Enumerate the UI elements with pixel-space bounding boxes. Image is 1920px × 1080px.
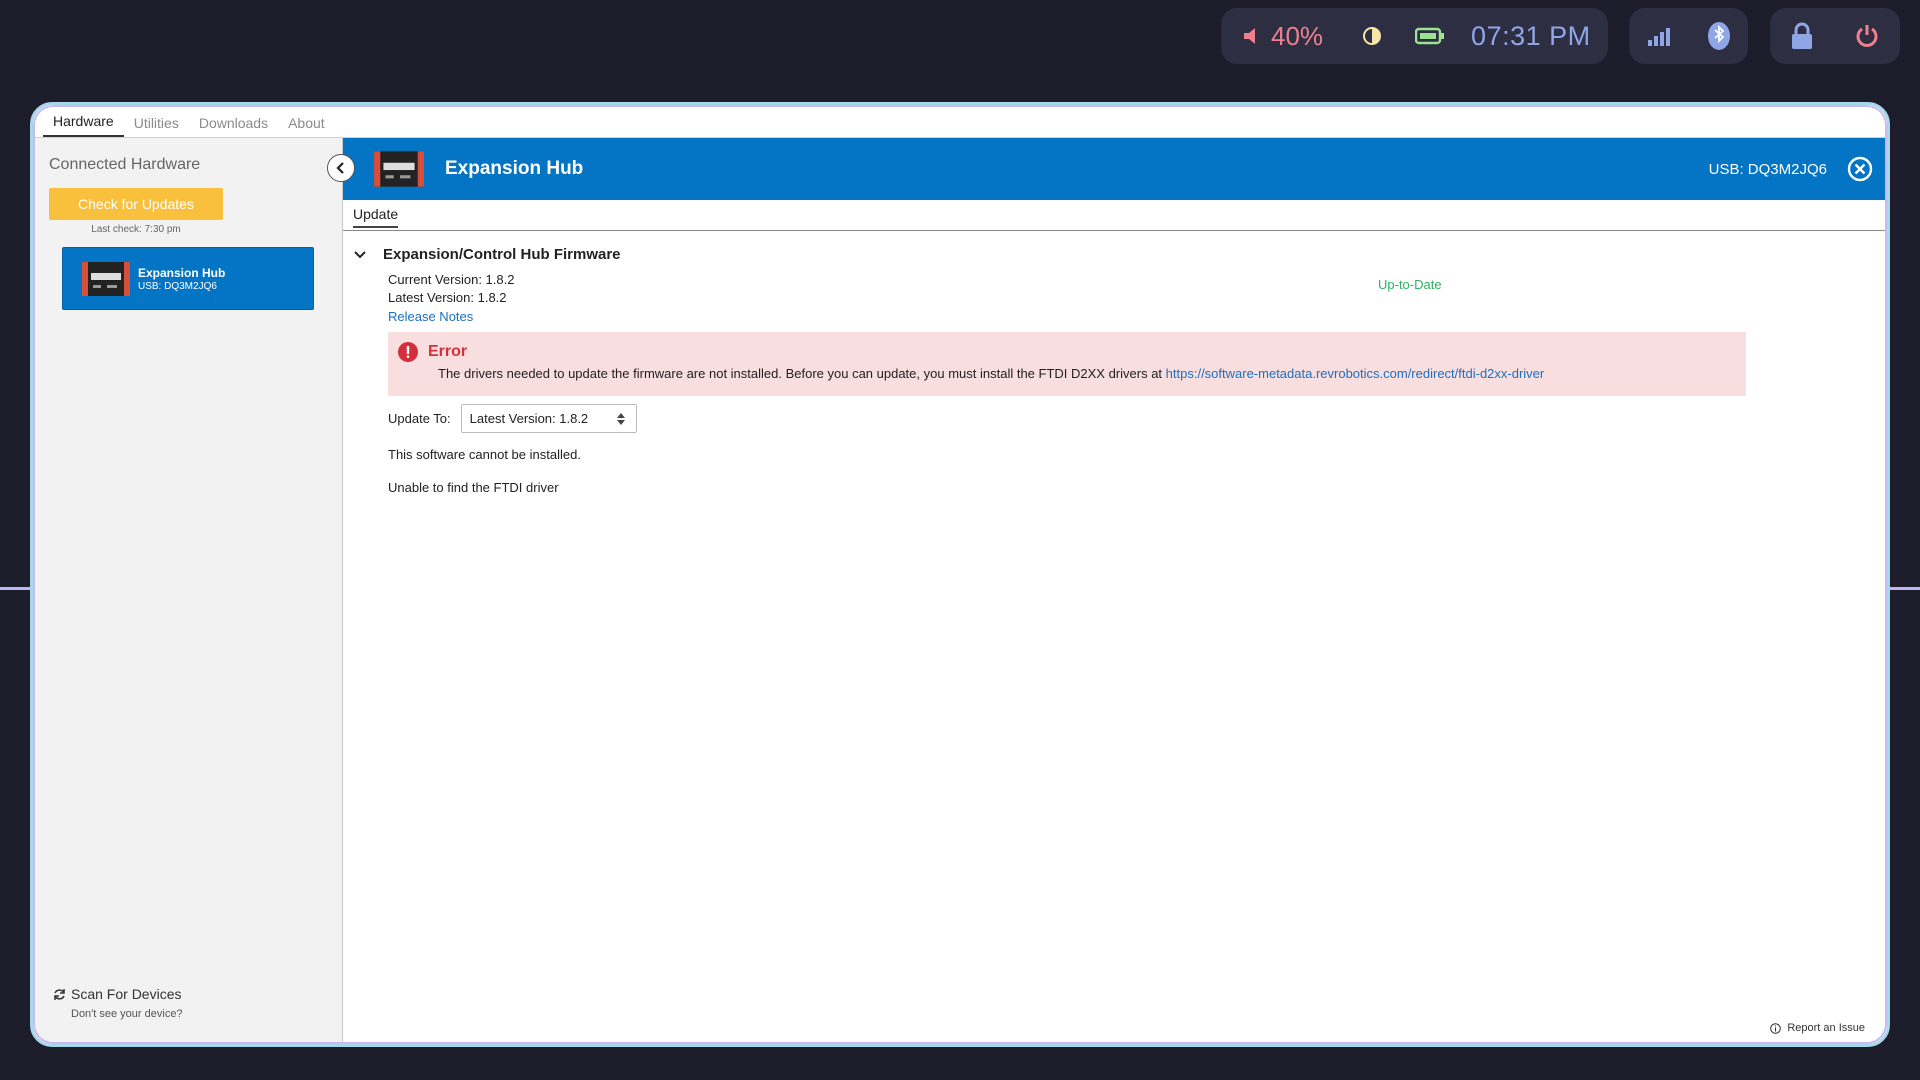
firmware-body: Current Version: 1.8.2 Latest Version: 1… — [388, 271, 1757, 495]
scan-label: Scan For Devices — [71, 986, 182, 1002]
sidebar: Connected Hardware Check for Updates Las… — [33, 138, 343, 1044]
tab-about[interactable]: About — [278, 115, 335, 137]
device-name: Expansion Hub — [138, 265, 226, 280]
tab-update[interactable]: Update — [353, 206, 399, 228]
volume-indicator[interactable]: 40% — [1241, 21, 1323, 52]
error-message-text: The drivers needed to update the firmwar… — [438, 366, 1166, 381]
firmware-section: Expansion/Control Hub Firmware Current V… — [353, 246, 1757, 495]
tab-utilities[interactable]: Utilities — [124, 115, 189, 137]
cannot-install-message: This software cannot be installed. — [388, 447, 581, 462]
left-edge-indicator — [0, 587, 30, 590]
close-icon[interactable] — [1847, 156, 1873, 182]
network-pill — [1629, 8, 1748, 64]
main-panel: Expansion Hub USB: DQ3M2JQ6 Update Expan… — [343, 138, 1887, 1044]
sort-arrows-icon — [616, 413, 625, 425]
scan-devices-button[interactable]: Scan For Devices — [53, 986, 181, 1002]
device-title: Expansion Hub — [445, 158, 584, 179]
report-issue-button[interactable]: Report an Issue — [1770, 1022, 1865, 1034]
firmware-title: Expansion/Control Hub Firmware — [383, 246, 621, 263]
tab-downloads[interactable]: Downloads — [189, 115, 278, 137]
firmware-section-header[interactable]: Expansion/Control Hub Firmware — [353, 246, 1757, 263]
chevron-down-icon — [354, 250, 366, 258]
system-status-pill: 40% 07:31 PM — [1221, 8, 1608, 64]
refresh-icon — [54, 988, 65, 1000]
battery-icon — [1415, 27, 1445, 45]
volume-value: 40% — [1271, 20, 1324, 51]
latest-version: Latest Version: 1.8.2 — [388, 290, 507, 305]
error-title-text: Error — [428, 343, 468, 360]
current-version: Current Version: 1.8.2 — [388, 272, 515, 287]
error-banner: Error The drivers needed to update the f… — [388, 332, 1746, 396]
tab-hardware[interactable]: Hardware — [43, 113, 124, 137]
info-icon — [1770, 1022, 1782, 1034]
error-icon — [398, 342, 418, 362]
device-card-expansion-hub[interactable]: Expansion Hub USB: DQ3M2JQ6 — [62, 247, 314, 310]
brightness-icon[interactable] — [1361, 25, 1383, 47]
ftdi-driver-link[interactable]: https://software-metadata.revrobotics.co… — [1166, 366, 1545, 381]
system-actions-pill — [1770, 8, 1900, 64]
app-tab-bar: Hardware Utilities Downloads About — [33, 105, 1887, 138]
expansion-hub-icon — [374, 151, 424, 187]
driver-missing-message: Unable to find the FTDI driver — [388, 480, 559, 495]
error-title: Error — [398, 342, 1746, 362]
update-to-label: Update To: — [388, 411, 451, 426]
speaker-icon — [1244, 28, 1255, 44]
device-header: Expansion Hub USB: DQ3M2JQ6 — [343, 138, 1887, 200]
error-message: The drivers needed to update the firmwar… — [438, 366, 1746, 381]
clock: 07:31 PM — [1471, 20, 1591, 51]
app-window: Hardware Utilities Downloads About Conne… — [30, 102, 1890, 1047]
check-updates-button[interactable]: Check for Updates — [49, 188, 223, 220]
collapse-sidebar-button[interactable] — [327, 154, 355, 182]
report-issue-label: Report an Issue — [1787, 1022, 1865, 1034]
firmware-status: Up-to-Date — [1378, 277, 1442, 292]
scan-help-link[interactable]: Don't see your device? — [71, 1008, 183, 1020]
right-edge-indicator — [1890, 587, 1920, 590]
version-select-value: Latest Version: 1.8.2 — [469, 411, 589, 426]
release-notes-link[interactable]: Release Notes — [388, 309, 473, 324]
device-usb: USB: DQ3M2JQ6 — [138, 280, 217, 292]
lock-icon[interactable] — [1790, 22, 1814, 50]
chevron-left-icon — [336, 162, 344, 174]
device-card-text: Expansion Hub USB: DQ3M2JQ6 — [138, 266, 225, 292]
expansion-hub-icon — [82, 261, 130, 296]
version-select[interactable]: Latest Version: 1.8.2 — [460, 404, 637, 433]
device-subtabs: Update — [343, 200, 1887, 231]
signal-icon[interactable] — [1646, 25, 1672, 47]
last-check-text: Last check: 7:30 pm — [91, 224, 181, 235]
bluetooth-icon[interactable] — [1707, 21, 1731, 51]
sidebar-title: Connected Hardware — [49, 156, 201, 173]
power-icon[interactable] — [1854, 23, 1880, 49]
update-to-row: Update To: Latest Version: 1.8.2 — [388, 404, 1757, 433]
device-usb-label: USB: DQ3M2JQ6 — [1708, 160, 1827, 178]
